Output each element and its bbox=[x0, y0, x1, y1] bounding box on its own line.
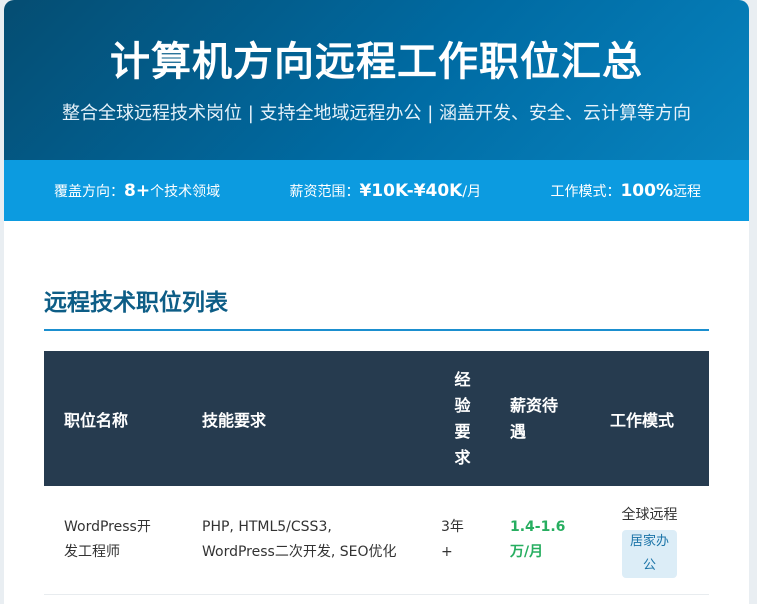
stat-label: 薪资范围： bbox=[289, 183, 360, 200]
stat-unit: 远程 bbox=[672, 183, 701, 200]
hero-header: 计算机方向远程工作职位汇总 整合全球远程技术岗位 | 支持全地域远程办公 | 涵… bbox=[4, 0, 749, 160]
header-mode: 工作模式 bbox=[590, 351, 709, 486]
stat-work-mode: 工作模式：100%远程 bbox=[550, 181, 701, 201]
stat-label: 覆盖方向： bbox=[54, 183, 124, 200]
stat-directions: 覆盖方向：8+个技术领域 bbox=[54, 181, 220, 201]
section-title: 远程技术职位列表 bbox=[44, 283, 709, 331]
stat-value: 100% bbox=[620, 180, 673, 201]
stat-unit: 个技术领域 bbox=[150, 183, 221, 200]
header-salary: 薪资待 遇 bbox=[492, 351, 590, 486]
cell-position: WordPress开 发工程师 bbox=[44, 486, 182, 594]
cell-salary: 1.4-1.6 万/月 bbox=[492, 486, 590, 594]
stat-salary-range: 薪资范围：¥10K-¥40K/月 bbox=[289, 181, 481, 201]
stats-bar: 覆盖方向：8+个技术领域 薪资范围：¥10K-¥40K/月 工作模式：100%远… bbox=[4, 160, 749, 221]
page-title: 计算机方向远程工作职位汇总 bbox=[110, 39, 643, 85]
cell-skills: PHP, HTML5/CSS3, WordPress二次开发, SEO优化 bbox=[182, 486, 433, 594]
mode-label: 全球远程 bbox=[621, 506, 678, 523]
page-subtitle: 整合全球远程技术岗位 | 支持全地域远程办公 | 涵盖开发、安全、云计算等方向 bbox=[61, 103, 691, 124]
page-card: 计算机方向远程工作职位汇总 整合全球远程技术岗位 | 支持全地域远程办公 | 涵… bbox=[4, 0, 749, 604]
header-experience: 经 验 要 求 bbox=[433, 351, 492, 486]
table-row: WordPress开 发工程师 PHP, HTML5/CSS3, WordPre… bbox=[44, 486, 709, 594]
cell-experience: 3年 + bbox=[433, 486, 492, 594]
stat-unit: /月 bbox=[462, 183, 482, 200]
header-skills: 技能要求 bbox=[182, 351, 433, 486]
jobs-table: 职位名称 技能要求 经 验 要 求 薪资待 遇 工作模式 WordPress开 … bbox=[44, 351, 709, 594]
stat-value: ¥10K-¥40K bbox=[359, 180, 463, 201]
mode-badge: 居家办 公 bbox=[621, 529, 677, 578]
cell-mode: 全球远程 居家办 公 bbox=[590, 486, 709, 594]
stat-label: 工作模式： bbox=[550, 183, 621, 200]
stat-value: 8+ bbox=[124, 180, 151, 201]
table-header-row: 职位名称 技能要求 经 验 要 求 薪资待 遇 工作模式 bbox=[44, 351, 709, 486]
header-position: 职位名称 bbox=[44, 351, 182, 486]
main-content: 远程技术职位列表 职位名称 技能要求 经 验 要 求 薪资待 遇 工作模式 Wo… bbox=[4, 283, 749, 594]
